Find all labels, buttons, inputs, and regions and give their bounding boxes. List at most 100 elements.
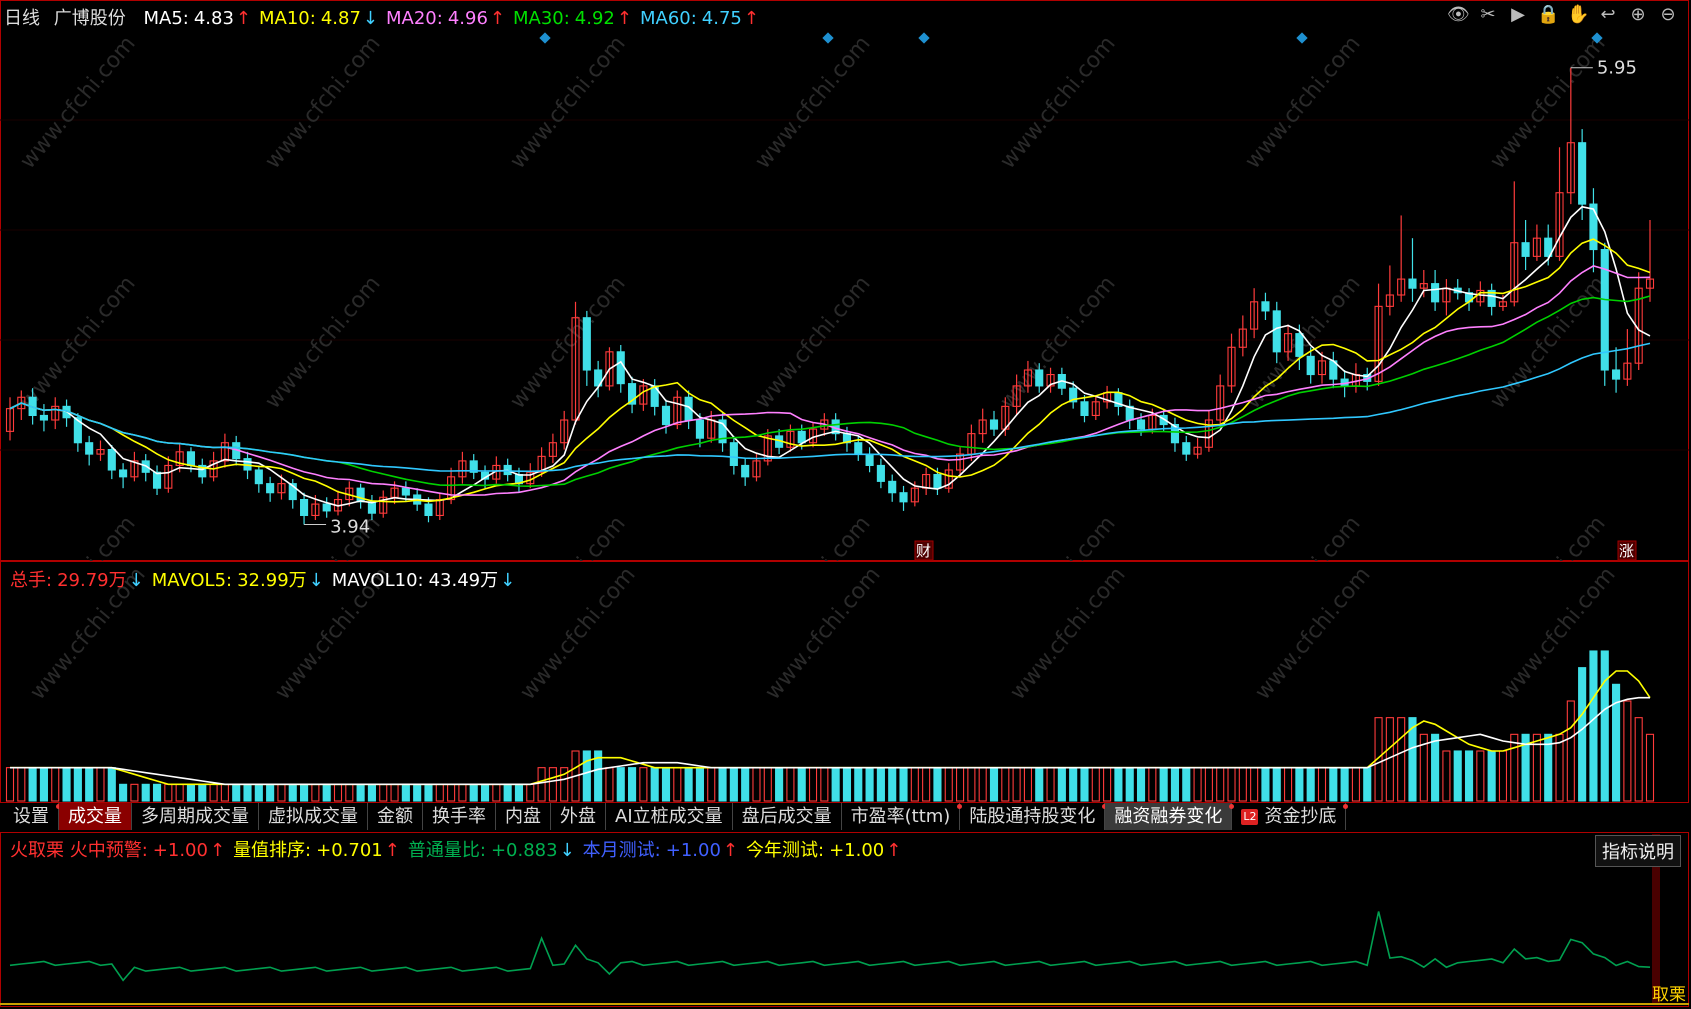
- tab-4[interactable]: 金额: [368, 803, 423, 830]
- candle-body: [119, 469, 128, 478]
- volume-bar: [1272, 767, 1281, 802]
- event-marker-icon: [918, 32, 930, 44]
- tab-1[interactable]: 成交量: [59, 803, 132, 830]
- ma-value: 4.92: [574, 8, 615, 29]
- undo-icon[interactable]: ↩: [1597, 4, 1619, 26]
- volume-bar: [888, 767, 897, 802]
- volume-bar: [1284, 767, 1293, 802]
- tab-5[interactable]: 换手率: [423, 803, 496, 830]
- tab-0[interactable]: 设置: [4, 803, 61, 830]
- vol-arrow: ↓: [128, 570, 144, 591]
- tab-label: AI立桩成交量: [615, 806, 723, 827]
- candle-body: [1261, 301, 1270, 312]
- candle-body: [741, 464, 750, 478]
- marker-zhang: 涨: [1619, 542, 1634, 560]
- tab-label: 成交量: [68, 806, 122, 827]
- ma-label: MA30:: [512, 8, 570, 29]
- candle-body: [582, 317, 591, 371]
- zoom-in-icon[interactable]: ⊕: [1627, 4, 1649, 26]
- price-chart[interactable]: www.cfchi.com www.cfchi.com www.cfchi.com w…: [0, 0, 1689, 561]
- volume-bar: [922, 767, 931, 802]
- watermark-text: www.cfchi.com: [750, 31, 875, 173]
- tab-10[interactable]: 市盈率(ttm): [842, 803, 963, 830]
- candle-body: [107, 448, 116, 471]
- watermark-text: www.cfchi.com: [750, 511, 875, 561]
- volume-bar: [729, 767, 738, 802]
- volume-bar: [1498, 750, 1508, 802]
- volume-bar: [1464, 750, 1474, 802]
- tab-6[interactable]: 内盘: [496, 803, 551, 830]
- volume-bar: [107, 767, 116, 802]
- ma-arrow: ↑: [743, 8, 759, 29]
- watermark-text: www.cfchi.com: [1485, 31, 1610, 173]
- watermark-text: www.cfchi.com: [1240, 511, 1365, 561]
- watermark-text: www.cfchi.com: [260, 271, 385, 413]
- volume-bar: [28, 767, 37, 802]
- watermark-text: www.cfchi.com: [750, 271, 875, 413]
- scissors-icon[interactable]: ✂: [1477, 4, 1499, 26]
- volume-bar: [1080, 767, 1089, 802]
- tab-label: 盘后成交量: [741, 806, 832, 827]
- tab-9[interactable]: 盘后成交量: [733, 803, 842, 830]
- volume-bar: [1170, 767, 1180, 802]
- tab-label: 内盘: [505, 806, 541, 827]
- volume-bar: [1227, 767, 1236, 802]
- tab-7[interactable]: 外盘: [551, 803, 606, 830]
- volume-bar: [1340, 767, 1349, 802]
- volume-bar: [164, 783, 173, 802]
- volume-bar: [1125, 767, 1134, 802]
- volume-bar: [1295, 767, 1304, 802]
- volume-bar: [1250, 767, 1259, 802]
- volume-bar: [311, 783, 320, 802]
- volume-bar: [300, 783, 309, 802]
- play-icon[interactable]: ▶: [1507, 4, 1529, 26]
- low-price-label: 3.94: [330, 517, 370, 538]
- hand-icon[interactable]: ✋: [1567, 4, 1589, 26]
- volume-bar: [152, 783, 162, 802]
- vol-arrow: ↓: [500, 570, 516, 591]
- volume-bar: [1159, 767, 1168, 802]
- tab-3[interactable]: 虚拟成交量: [259, 803, 368, 830]
- candle-body: [888, 480, 897, 494]
- volume-bar: [933, 767, 942, 802]
- ma-arrow: ↑: [489, 8, 505, 29]
- tab-13[interactable]: L2 资金抄底: [1232, 803, 1349, 830]
- zoom-out-icon[interactable]: ⊖: [1657, 4, 1679, 26]
- volume-header: 总手: 29.79万 ↓ MAVOL5: 32.99万 ↓ MAVOL10: 43.49万 ↓: [4, 566, 517, 592]
- volume-bar: [435, 783, 444, 802]
- watermark-text: www.cfchi.com: [505, 31, 630, 173]
- tab-8[interactable]: AI立桩成交量: [606, 803, 733, 830]
- volume-bar: [876, 767, 885, 802]
- volume-bar: [413, 783, 422, 802]
- tab-11[interactable]: 陆股通持股变化: [960, 803, 1108, 830]
- volume-bar: [628, 767, 637, 802]
- volume-bar: [220, 783, 229, 802]
- candle-body: [695, 419, 704, 439]
- eye-icon[interactable]: 👁: [1447, 4, 1470, 26]
- volume-bar: [198, 783, 207, 802]
- ind-arrow: ↑: [209, 840, 226, 861]
- indicator-header: 火取栗 火中预警: +1.00 ↑ 量值排序: +0.701 ↑ 普通量比: +0.883 ↓ 本…: [4, 836, 903, 862]
- lock-icon[interactable]: 🔒: [1537, 4, 1559, 26]
- candle-body: [899, 492, 908, 503]
- tab-2[interactable]: 多周期成交量: [132, 803, 259, 830]
- volume-bar: [447, 783, 456, 802]
- candle-body: [152, 471, 162, 489]
- volume-bar: [1057, 767, 1066, 802]
- indicator-help-button[interactable]: 指标说明: [1595, 835, 1681, 867]
- volume-chart[interactable]: www.cfchi.com www.cfchi.com www.cfchi.com w…: [0, 561, 1689, 803]
- volume-bar: [73, 767, 82, 802]
- volume-bar: [1238, 767, 1247, 802]
- volume-bar: [650, 767, 659, 802]
- ma-legend: MA5: 4.83 ↑ MA10: 4.87 ↓ MA20: 4.96 ↑ MA30: 4.92 ↑ M…: [137, 8, 760, 29]
- volume-bar: [537, 767, 546, 802]
- vol-arrow: ↓: [308, 570, 324, 591]
- volume-bar: [492, 783, 501, 802]
- tab-dot: [1343, 804, 1349, 809]
- volume-bar: [1204, 767, 1213, 802]
- ind-arrow: ↓: [559, 840, 575, 861]
- tab-12[interactable]: 融资融券变化: [1105, 803, 1235, 830]
- volume-bar: [797, 767, 806, 802]
- volume-bar: [899, 767, 908, 802]
- ind-arrow: ↑: [886, 840, 902, 861]
